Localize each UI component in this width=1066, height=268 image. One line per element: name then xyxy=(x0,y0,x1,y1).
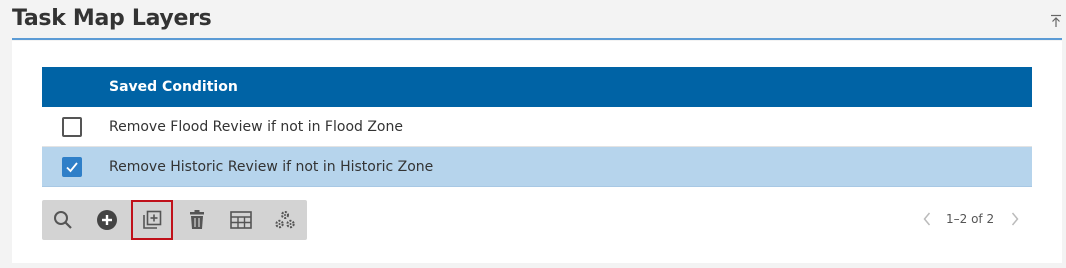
collapse-icon[interactable] xyxy=(1050,14,1062,28)
pagination-label: 1–2 of 2 xyxy=(946,212,995,226)
table-toolbar xyxy=(42,200,307,240)
search-button[interactable] xyxy=(42,200,84,240)
chevron-left-icon[interactable] xyxy=(922,211,934,227)
delete-icon xyxy=(190,210,204,229)
add-icon xyxy=(97,210,117,230)
duplicate-icon xyxy=(143,210,162,229)
layers-panel: Saved Condition Remove Flood Review if n… xyxy=(12,41,1062,263)
search-icon xyxy=(54,211,72,229)
table-view-button[interactable] xyxy=(220,200,262,240)
row-label: Remove Flood Review if not in Flood Zone xyxy=(109,119,403,135)
page-title: Task Map Layers xyxy=(12,6,212,31)
table-row[interactable]: Remove Flood Review if not in Flood Zone xyxy=(42,107,1032,147)
pagination: 1–2 of 2 xyxy=(922,211,1032,229)
row-checkbox[interactable] xyxy=(62,117,82,137)
column-header-saved-condition[interactable]: Saved Condition xyxy=(109,79,238,95)
add-button[interactable] xyxy=(86,200,128,240)
table-header: Saved Condition xyxy=(42,67,1032,107)
settings-button[interactable] xyxy=(264,200,306,240)
conditions-table: Saved Condition Remove Flood Review if n… xyxy=(42,67,1032,187)
row-label: Remove Historic Review if not in Histori… xyxy=(109,159,434,175)
page-header: Task Map Layers xyxy=(12,0,1062,40)
settings-icon xyxy=(275,211,295,229)
chevron-right-icon[interactable] xyxy=(1010,211,1022,227)
row-checkbox[interactable] xyxy=(62,157,82,177)
check-icon xyxy=(66,162,78,173)
table-icon xyxy=(230,211,252,229)
delete-button[interactable] xyxy=(176,200,218,240)
table-row[interactable]: Remove Historic Review if not in Histori… xyxy=(42,147,1032,187)
duplicate-button[interactable] xyxy=(131,200,173,240)
